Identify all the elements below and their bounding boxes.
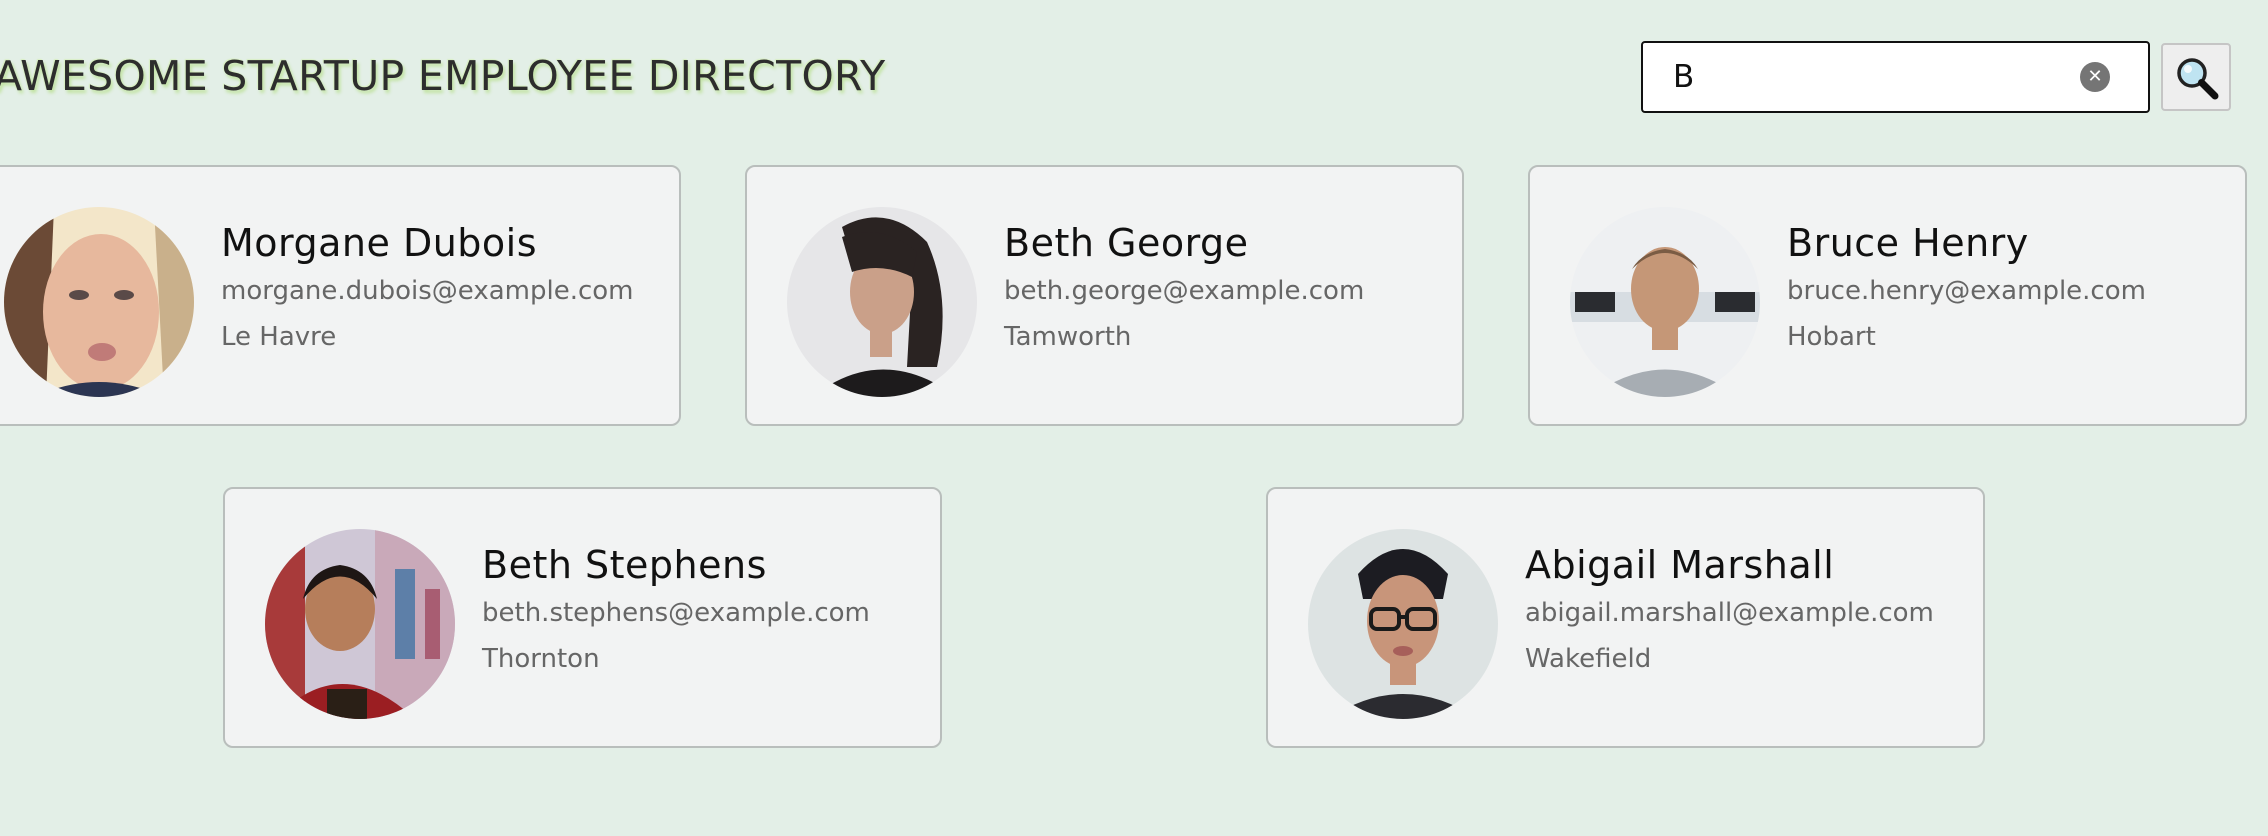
employee-city: Thornton [482,644,600,674]
employee-name: Abigail Marshall [1525,543,1835,587]
employee-name: Morgane Dubois [221,221,538,265]
employee-name: Beth George [1004,221,1249,265]
employee-email: bruce.henry@example.com [1787,276,2146,306]
employee-city: Wakefield [1525,644,1652,674]
employee-avatar [1308,529,1498,719]
search-box[interactable]: ✕ [1641,41,2150,113]
search-button[interactable] [2161,43,2231,111]
employee-name: Beth Stephens [482,543,767,587]
magnifier-icon [2177,58,2219,100]
employee-city: Tamworth [1004,322,1132,352]
employee-city: Hobart [1787,322,1876,352]
search-input[interactable] [1673,55,2063,99]
page-title: AWESOME STARTUP EMPLOYEE DIRECTORY [0,52,886,100]
employee-email: beth.george@example.com [1004,276,1365,306]
employee-email: morgane.dubois@example.com [221,276,634,306]
employee-email: beth.stephens@example.com [482,598,870,628]
employee-card[interactable]: Abigail Marshall abigail.marshall@exampl… [1266,487,1985,748]
employee-card[interactable]: Morgane Dubois morgane.dubois@example.co… [0,165,681,426]
employee-city: Le Havre [221,322,337,352]
employee-name: Bruce Henry [1787,221,2029,265]
employee-avatar [1570,207,1760,397]
employee-card[interactable]: Beth George beth.george@example.com Tamw… [745,165,1464,426]
employee-card[interactable]: Bruce Henry bruce.henry@example.com Hoba… [1528,165,2247,426]
employee-avatar [4,207,194,397]
employee-email: abigail.marshall@example.com [1525,598,1934,628]
employee-avatar [265,529,455,719]
employee-avatar [787,207,977,397]
employee-card[interactable]: Beth Stephens beth.stephens@example.com … [223,487,942,748]
clear-search-icon[interactable]: ✕ [2080,62,2110,92]
